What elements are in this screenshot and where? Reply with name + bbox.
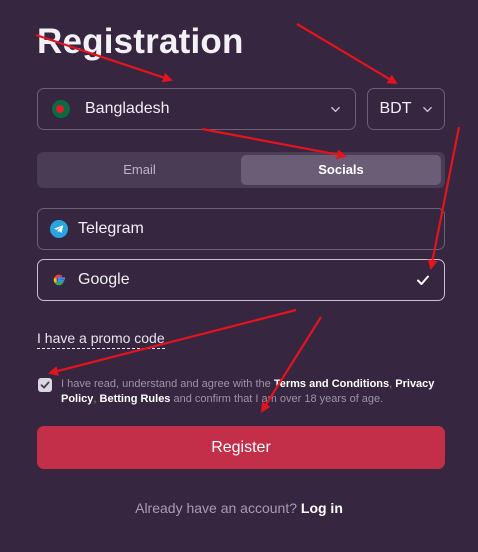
- login-prompt-text: Already have an account?: [135, 500, 297, 516]
- country-value: Bangladesh: [85, 100, 170, 117]
- telegram-label: Telegram: [78, 220, 144, 237]
- telegram-icon: [50, 220, 68, 238]
- promo-code-link[interactable]: I have a promo code: [37, 330, 165, 349]
- tab-socials[interactable]: Socials: [241, 155, 441, 185]
- check-icon: [417, 275, 429, 285]
- currency-select[interactable]: BDT: [367, 88, 445, 130]
- google-label: Google: [78, 271, 130, 288]
- agreement-text-part: and confirm that I am over 18 years of a…: [170, 393, 384, 405]
- terms-link[interactable]: Terms and Conditions: [274, 378, 389, 390]
- checkbox-check-icon: [40, 381, 50, 389]
- agreement-checkbox[interactable]: [38, 378, 52, 392]
- chevron-down-icon: [331, 106, 340, 113]
- country-select[interactable]: Bangladesh: [37, 88, 356, 130]
- agreement-text-part: I have read, understand and agree with t…: [61, 378, 274, 390]
- login-link[interactable]: Log in: [301, 500, 343, 516]
- login-prompt: Already have an account? Log in: [0, 500, 478, 516]
- agreement-text: I have read, understand and agree with t…: [61, 377, 439, 407]
- register-button[interactable]: Register: [37, 426, 445, 469]
- google-icon: [53, 274, 65, 286]
- google-option[interactable]: Google: [37, 259, 445, 301]
- currency-value: BDT: [379, 100, 412, 117]
- tab-email[interactable]: Email: [40, 155, 239, 185]
- betting-rules-link[interactable]: Betting Rules: [100, 393, 171, 405]
- bangladesh-flag-icon: [52, 100, 70, 118]
- telegram-option[interactable]: Telegram: [37, 208, 445, 250]
- chevron-down-icon: [422, 106, 432, 112]
- annotation-arrow: [296, 23, 398, 85]
- page-title: Registration: [37, 22, 244, 61]
- registration-method-tabs: Email Socials: [37, 152, 445, 188]
